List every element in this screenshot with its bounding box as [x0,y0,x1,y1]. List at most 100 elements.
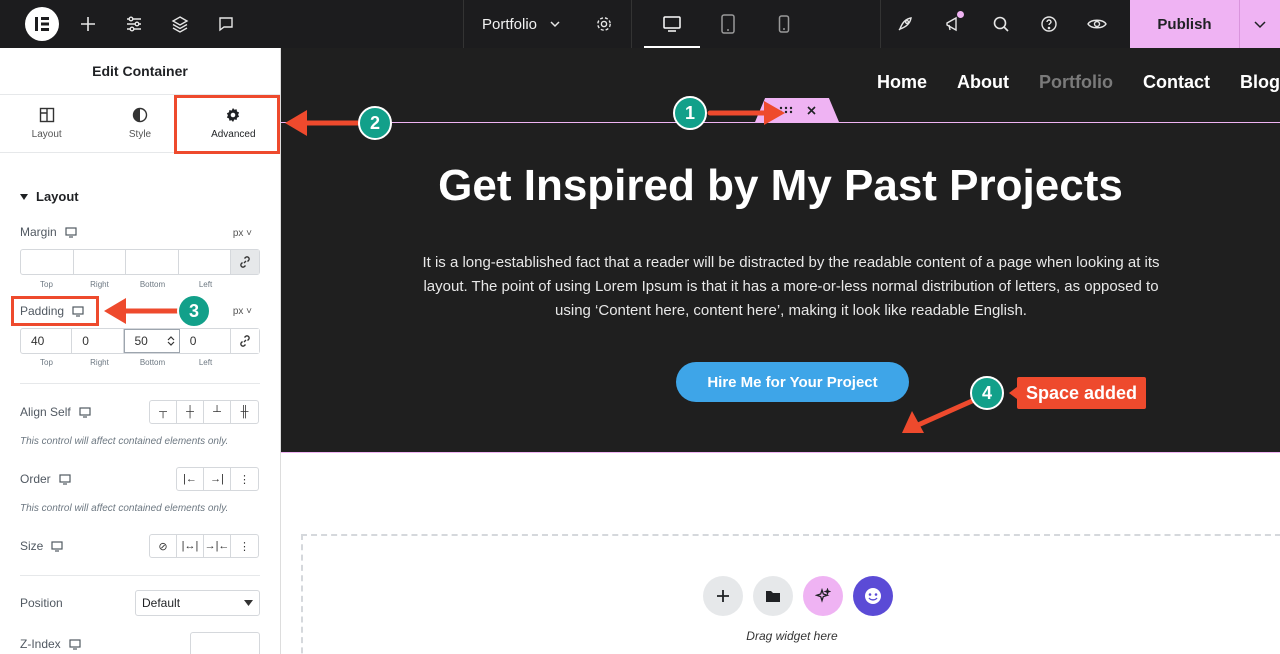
stepper-arrows-icon[interactable] [167,335,175,347]
order-note: This control will affect contained eleme… [20,503,229,514]
margin-unit: px [232,228,244,239]
position-label-row: Position [20,596,63,610]
desktop-icon[interactable] [65,226,77,238]
ai-button[interactable] [803,576,843,616]
gear-icon[interactable] [595,15,613,33]
desktop-icon[interactable] [59,473,71,485]
panel-title: Edit Container [0,48,280,95]
nav-blog[interactable]: Blog [1240,72,1280,93]
padding-left-input[interactable]: 0 [180,329,231,353]
z-index-label: Z-Index [20,637,61,651]
position-select[interactable]: Default [135,590,260,616]
padding-top-input[interactable]: 40 [21,329,73,353]
nav-portfolio[interactable]: Portfolio [1039,72,1113,93]
editor-topbar: Portfolio Publish [0,0,1280,48]
size-grow-icon[interactable]: |↔| [177,535,204,557]
margin-top-input[interactable] [21,250,74,274]
publish-options-button[interactable] [1239,0,1280,48]
margin-left-input[interactable] [179,250,231,274]
size-none-icon[interactable]: ⊘ [150,535,177,557]
add-icon[interactable] [65,0,111,48]
margin-sub-labels: Top Right Bottom Left [20,280,232,289]
align-center-icon[interactable]: ┼ [177,401,204,423]
z-index-input[interactable] [190,632,260,654]
desktop-icon[interactable] [69,638,81,650]
folder-icon [766,591,780,602]
align-stretch-icon[interactable]: ╫ [231,401,258,423]
margin-bottom-input[interactable] [126,250,179,274]
size-label-row: Size [20,539,63,553]
assistant-face-button[interactable] [853,576,893,616]
margin-inputs [20,249,260,275]
layout-icon [39,107,54,123]
add-element-button[interactable] [703,576,743,616]
more-options-icon[interactable]: ⋮ [231,535,258,557]
padding-sub-labels: Top Right Bottom Left [20,358,232,367]
link-values-icon[interactable] [231,250,259,274]
help-icon[interactable] [1025,0,1073,48]
caret-down-icon [244,600,253,606]
annotation-badge-3: 3 [177,294,211,328]
hero-text: It is a long-established fact that a rea… [422,254,1160,319]
publish-button[interactable]: Publish [1130,0,1239,48]
layout-section-toggle[interactable]: Layout [0,153,280,209]
rocket-icon[interactable] [881,0,929,48]
elementor-logo-icon[interactable] [25,7,59,41]
add-template-button[interactable] [753,576,793,616]
layers-icon[interactable] [157,0,203,48]
order-start-icon[interactable]: |← [177,468,204,490]
padding-left-label: Left [198,358,213,367]
padding-right-input[interactable]: 0 [72,329,124,353]
z-index-label-row: Z-Index [20,637,81,651]
tab-style[interactable]: Style [93,95,186,152]
align-self-note: This control will affect contained eleme… [20,436,229,447]
more-options-icon[interactable]: ⋮ [231,468,258,490]
divider [20,575,260,576]
size-label: Size [20,539,44,553]
order-label-row: Order [20,472,71,486]
chevron-down-icon [1254,21,1266,29]
comments-icon[interactable] [203,0,249,48]
annotation-box-advanced [174,95,280,154]
margin-right-input[interactable] [74,250,126,274]
tab-style-label: Style [128,129,152,140]
margin-label-row: Margin [20,225,77,239]
margin-unit-select[interactable]: px ˅ [233,228,252,239]
padding-bottom-input[interactable]: 50 [123,329,180,353]
style-half-circle-icon [132,107,148,123]
order-end-icon[interactable]: →| [204,468,231,490]
margin-bottom-label: Bottom [139,280,166,289]
desktop-icon[interactable] [51,540,63,552]
align-start-icon[interactable]: ┬ [150,401,177,423]
tab-layout[interactable]: Layout [0,95,93,152]
position-label: Position [20,596,63,610]
padding-top-label: Top [40,358,53,367]
announcement-icon[interactable] [929,0,977,48]
site-nav: Home About Portfolio Contact Blog [877,72,1280,93]
align-self-label-row: Align Self [20,405,91,419]
nav-about[interactable]: About [957,72,1009,93]
align-end-icon[interactable]: ┴ [204,401,231,423]
drag-handle-icon[interactable] [779,106,793,114]
tab-layout-label: Layout [31,129,62,140]
annotation-box-padding [11,296,99,326]
document-selector[interactable]: Portfolio [463,0,633,48]
size-shrink-icon[interactable]: →|← [204,535,231,557]
container-handle[interactable] [755,98,839,122]
close-icon[interactable] [806,105,816,115]
search-icon[interactable] [977,0,1025,48]
desktop-icon[interactable] [644,0,701,48]
link-values-icon[interactable] [231,329,259,353]
mobile-icon[interactable] [756,0,812,48]
align-self-label: Align Self [20,405,71,419]
chevron-down-icon [550,21,560,28]
nav-contact[interactable]: Contact [1143,72,1210,93]
nav-home[interactable]: Home [877,72,927,93]
padding-inputs: 40 0 50 0 [20,328,260,354]
settings-sliders-icon[interactable] [111,0,157,48]
hire-me-button[interactable]: Hire Me for Your Project [676,362,909,402]
tablet-icon[interactable] [700,0,756,48]
preview-eye-icon[interactable] [1073,0,1121,48]
padding-unit-select[interactable]: px ˅ [233,306,252,317]
desktop-icon[interactable] [79,406,91,418]
